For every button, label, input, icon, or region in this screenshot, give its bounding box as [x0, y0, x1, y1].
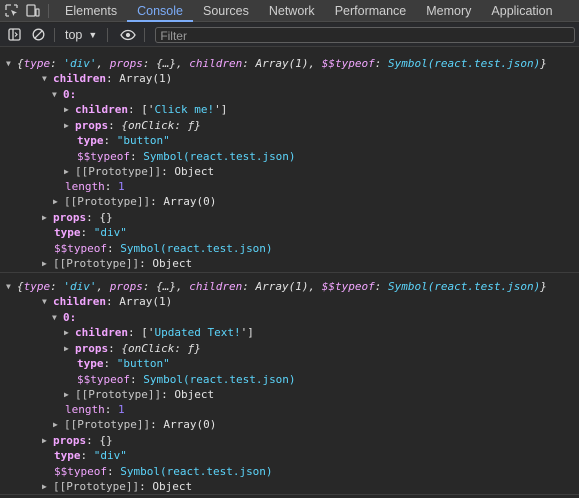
- tab-sources[interactable]: Sources: [193, 0, 259, 22]
- triangle-right-icon[interactable]: ▶: [64, 325, 75, 340]
- tab-network[interactable]: Network: [259, 0, 325, 22]
- triangle-down-icon[interactable]: ▼: [52, 87, 63, 102]
- object-summary[interactable]: ▼ {type: 'div', props: {…}, children: Arr…: [6, 56, 547, 71]
- triangle-right-icon[interactable]: ▶: [64, 387, 75, 402]
- props-row[interactable]: ▶ props: {}: [42, 433, 113, 448]
- tab-application[interactable]: Application: [481, 0, 562, 22]
- triangle-right-icon[interactable]: ▶: [42, 256, 53, 271]
- triangle-right-icon[interactable]: ▶: [53, 417, 64, 432]
- entry-divider: [0, 494, 579, 495]
- divider: [144, 27, 146, 42]
- divider: [107, 27, 109, 42]
- props-row[interactable]: ▶ props: {}: [42, 210, 113, 225]
- triangle-right-icon[interactable]: ▶: [42, 210, 53, 225]
- triangle-right-icon[interactable]: ▶: [42, 479, 53, 494]
- triangle-right-icon[interactable]: ▶: [64, 118, 75, 133]
- inner-type-row: type: "button": [77, 134, 170, 147]
- triangle-right-icon[interactable]: ▶: [64, 102, 75, 117]
- object-summary[interactable]: ▼ {type: 'div', props: {…}, children: Arr…: [6, 279, 547, 294]
- inner-children-row[interactable]: ▶ children: ['Click me!']: [64, 102, 227, 117]
- divider: [48, 3, 49, 18]
- prototype-row[interactable]: ▶ [[Prototype]]: Object: [42, 479, 192, 494]
- array-prototype-row[interactable]: ▶ [[Prototype]]: Array(0): [53, 417, 216, 432]
- type-row: type: "div": [54, 226, 127, 239]
- caret-down-icon: ▼: [88, 29, 98, 40]
- triangle-right-icon[interactable]: ▶: [53, 194, 64, 209]
- inner-children-row[interactable]: ▶ children: ['Updated Text!']: [64, 325, 254, 340]
- tab-console[interactable]: Console: [127, 0, 193, 22]
- triangle-right-icon[interactable]: ▶: [42, 433, 53, 448]
- children-row[interactable]: ▼ children: Array(1): [42, 71, 172, 86]
- divider: [54, 27, 55, 42]
- typeof-row: $$typeof: Symbol(react.test.json): [54, 465, 273, 478]
- tab-performance[interactable]: Performance: [325, 0, 417, 22]
- summary-text: {type: 'div', props: {…}, children: Arra…: [17, 57, 547, 70]
- index-row[interactable]: ▼ 0:: [52, 87, 76, 102]
- clear-console-icon[interactable]: [28, 25, 48, 45]
- array-prototype-row[interactable]: ▶ [[Prototype]]: Array(0): [53, 194, 216, 209]
- type-row: type: "div": [54, 449, 127, 462]
- inner-props-row[interactable]: ▶ props: {onClick: ƒ}: [64, 118, 201, 133]
- triangle-down-icon[interactable]: ▼: [42, 71, 53, 86]
- inner-type-row: type: "button": [77, 357, 170, 370]
- typeof-row: $$typeof: Symbol(react.test.json): [54, 242, 273, 255]
- tab-memory[interactable]: Memory: [416, 0, 481, 22]
- triangle-right-icon[interactable]: ▶: [64, 164, 75, 179]
- inner-prototype-row[interactable]: ▶ [[Prototype]]: Object: [64, 164, 214, 179]
- devtools-tab-bar: Elements Console Sources Network Perform…: [0, 0, 579, 22]
- inner-typeof-row: $$typeof: Symbol(react.test.json): [77, 150, 296, 163]
- eye-icon[interactable]: [118, 25, 138, 45]
- children-row[interactable]: ▼ children: Array(1): [42, 294, 172, 309]
- length-row: length: 1: [65, 403, 125, 416]
- triangle-down-icon[interactable]: ▼: [42, 294, 53, 309]
- filter-input[interactable]: Filter: [155, 26, 575, 43]
- length-row: length: 1: [65, 180, 125, 193]
- context-selector[interactable]: top ▼: [61, 28, 101, 42]
- tab-elements[interactable]: Elements: [55, 0, 127, 22]
- summary-text: {type: 'div', props: {…}, children: Arra…: [17, 280, 547, 293]
- inspect-element-icon[interactable]: [0, 0, 22, 22]
- device-toolbar-icon[interactable]: [22, 0, 44, 22]
- triangle-down-icon[interactable]: ▼: [6, 279, 17, 294]
- sidebar-toggle-icon[interactable]: [4, 25, 24, 45]
- entry-divider: [0, 272, 579, 273]
- triangle-down-icon[interactable]: ▼: [52, 310, 63, 325]
- index-row[interactable]: ▼ 0:: [52, 310, 76, 325]
- context-label: top: [65, 27, 83, 42]
- prototype-row[interactable]: ▶ [[Prototype]]: Object: [42, 256, 192, 271]
- inner-props-row[interactable]: ▶ props: {onClick: ƒ}: [64, 341, 201, 356]
- triangle-down-icon[interactable]: ▼: [6, 56, 17, 71]
- inner-prototype-row[interactable]: ▶ [[Prototype]]: Object: [64, 387, 214, 402]
- inner-typeof-row: $$typeof: Symbol(react.test.json): [77, 373, 296, 386]
- triangle-right-icon[interactable]: ▶: [64, 341, 75, 356]
- console-toolbar: top ▼ Filter: [0, 23, 579, 47]
